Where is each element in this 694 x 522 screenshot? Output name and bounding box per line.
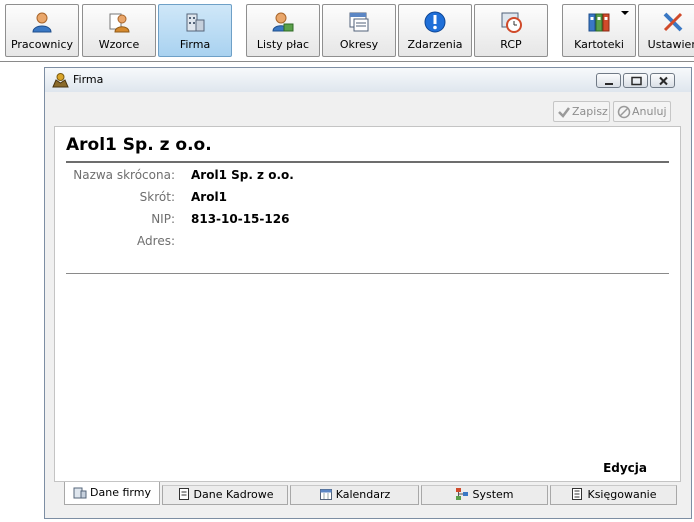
toolbar-label: Wzorce [98, 38, 140, 51]
tab-label: Kalendarz [335, 488, 391, 501]
building-icon [186, 13, 205, 32]
edit-link[interactable]: Edycja [603, 461, 647, 475]
main-toolbar: Pracownicy Wzorce Firma Listy płac Okres… [0, 0, 694, 62]
binders-icon [588, 13, 610, 32]
cancel-icon [617, 105, 631, 119]
window-titlebar[interactable]: Firma [45, 68, 691, 92]
window-title: Firma [73, 73, 104, 86]
periods-icon [349, 12, 369, 32]
toolbar-button-okresy[interactable]: Okresy [322, 4, 396, 57]
toolbar-button-rcp[interactable]: RCP [474, 4, 548, 57]
toolbar-label: Zdarzenia [407, 38, 463, 51]
company-details-panel: Arol1 Sp. z o.o. Nazwa skrócona: Arol1 S… [54, 126, 681, 482]
tab-system[interactable]: System [421, 485, 548, 505]
system-icon [456, 488, 469, 500]
user-icon [32, 12, 52, 33]
maximize-button[interactable] [623, 73, 648, 88]
minimize-icon [605, 83, 613, 85]
field-value-nip: 813-10-15-126 [191, 212, 290, 226]
toolbar-label: Listy płac [256, 38, 310, 51]
divider [66, 161, 669, 163]
field-label-address: Adres: [137, 234, 175, 248]
toolbar-button-wzorce[interactable]: Wzorce [82, 4, 156, 57]
toolbar-button-pracownicy[interactable]: Pracownicy [5, 4, 79, 57]
info-icon [424, 11, 446, 33]
tools-icon [663, 12, 683, 32]
document-icon [178, 488, 189, 500]
cancel-label: Anuluj [632, 105, 667, 118]
toolbar-label: RCP [500, 38, 522, 51]
app-icon [52, 73, 69, 88]
building-icon [73, 487, 87, 499]
toolbar-button-listy-plac[interactable]: Listy płac [246, 4, 320, 57]
divider [66, 273, 669, 274]
minimize-button[interactable] [596, 73, 621, 88]
tab-label: Dane firmy [90, 486, 151, 499]
field-label-abbreviation: Skrót: [139, 190, 175, 204]
templates-icon [109, 13, 130, 33]
toolbar-button-zdarzenia[interactable]: Zdarzenia [398, 4, 472, 57]
tab-dane-kadrowe[interactable]: Dane Kadrowe [162, 485, 288, 505]
field-value-short-name: Arol1 Sp. z o.o. [191, 168, 294, 182]
calendar-icon [319, 489, 332, 500]
payroll-icon [272, 12, 294, 32]
toolbar-label: Firma [179, 38, 211, 51]
maximize-icon [631, 76, 642, 86]
ledger-icon [572, 488, 583, 500]
toolbar-button-ustawienia[interactable]: Ustawien [638, 4, 694, 57]
toolbar-label: Kartoteki [574, 38, 624, 51]
firma-window: Firma Zapisz Anuluj Arol1 Sp. z o.o. Naz [44, 67, 692, 519]
tab-ksiegowanie[interactable]: Księgowanie [550, 485, 677, 505]
save-label: Zapisz [572, 105, 608, 118]
toolbar-label: Pracownicy [10, 38, 74, 51]
tab-label: Księgowanie [587, 488, 657, 501]
toolbar-label: Okresy [339, 38, 379, 51]
save-button[interactable]: Zapisz [553, 101, 610, 122]
cancel-button[interactable]: Anuluj [613, 101, 671, 122]
checkmark-icon [558, 107, 570, 118]
tab-label: System [472, 488, 514, 501]
tab-label: Dane Kadrowe [193, 488, 274, 501]
close-icon [659, 76, 668, 86]
field-label-short-name: Nazwa skrócona: [73, 168, 175, 182]
field-label-nip: NIP: [151, 212, 175, 226]
tab-kalendarz[interactable]: Kalendarz [290, 485, 419, 505]
company-name-heading: Arol1 Sp. z o.o. [66, 135, 212, 155]
chevron-down-icon[interactable] [621, 11, 629, 15]
rcp-clock-icon [501, 12, 522, 33]
field-value-abbreviation: Arol1 [191, 190, 227, 204]
toolbar-button-kartoteki[interactable]: Kartoteki [562, 4, 636, 57]
toolbar-label: Ustawien [647, 38, 694, 51]
close-button[interactable] [650, 73, 675, 88]
toolbar-button-firma[interactable]: Firma [158, 4, 232, 57]
tab-dane-firmy[interactable]: Dane firmy [64, 482, 160, 505]
